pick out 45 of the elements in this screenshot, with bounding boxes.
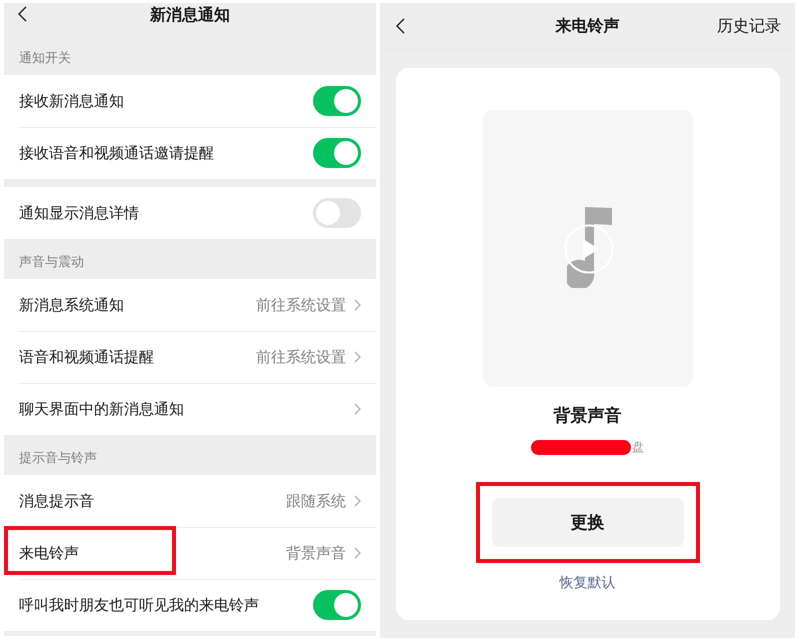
back-icon[interactable]	[396, 18, 405, 34]
row-value: 背景声音	[286, 543, 346, 563]
row-label: 来电铃声	[19, 543, 79, 563]
row-label: 通知显示消息详情	[19, 203, 139, 223]
row-label: 消息提示音	[19, 491, 94, 511]
settings-row[interactable]: 来电铃声 背景声音	[4, 527, 376, 579]
settings-row[interactable]: 接收语音和视频通话邀请提醒	[4, 127, 376, 179]
row-label: 接收新消息通知	[19, 91, 124, 111]
section-title: 声音与震动	[19, 255, 84, 270]
row-label: 接收语音和视频通话邀请提醒	[19, 143, 214, 163]
toggle-switch[interactable]	[313, 198, 361, 228]
row-value: 前往系统设置	[256, 295, 346, 315]
row-label: 语音和视频通话提醒	[19, 347, 154, 367]
reset-default-link[interactable]: 恢复默认	[560, 573, 616, 593]
play-icon[interactable]	[564, 224, 614, 274]
ringtone-name: 背景声音	[554, 405, 622, 428]
settings-row[interactable]: 新消息系统通知 前往系统设置	[4, 279, 376, 331]
row-label: 聊天界面中的新消息通知	[19, 399, 184, 419]
toggle-switch[interactable]	[313, 86, 361, 116]
section-title: 提示音与铃声	[19, 451, 97, 466]
row-label: 呼叫我时朋友也可听见我的来电铃声	[19, 595, 259, 615]
chevron-right-icon	[354, 403, 361, 415]
settings-row[interactable]: 语音和视频通话提醒 前往系统设置	[4, 331, 376, 383]
screen-title: 来电铃声	[556, 15, 620, 37]
settings-row[interactable]: 通知显示消息详情	[4, 187, 376, 239]
settings-row[interactable]: 接收新消息通知	[4, 75, 376, 127]
ringtone-source: 盘	[632, 439, 644, 456]
settings-row[interactable]: 呼叫我时朋友也可听见我的来电铃声	[4, 579, 376, 631]
music-note-icon	[566, 207, 612, 288]
settings-row[interactable]: 聊天界面中的新消息通知	[4, 383, 376, 435]
chevron-right-icon	[354, 547, 361, 559]
toggle-switch[interactable]	[313, 590, 361, 620]
back-icon[interactable]	[18, 6, 27, 22]
change-button[interactable]: 更换	[492, 498, 684, 547]
chevron-right-icon	[354, 351, 361, 363]
section-title: 通知开关	[19, 51, 71, 66]
history-link[interactable]: 历史记录	[717, 15, 781, 37]
settings-row[interactable]: 消息提示音 跟随系统	[4, 475, 376, 527]
screen-title: 新消息通知	[150, 4, 230, 26]
toggle-switch[interactable]	[313, 138, 361, 168]
chevron-right-icon	[354, 495, 361, 507]
row-value: 前往系统设置	[256, 347, 346, 367]
chevron-right-icon	[354, 299, 361, 311]
row-value: 跟随系统	[286, 491, 346, 511]
row-label: 新消息系统通知	[19, 295, 124, 315]
